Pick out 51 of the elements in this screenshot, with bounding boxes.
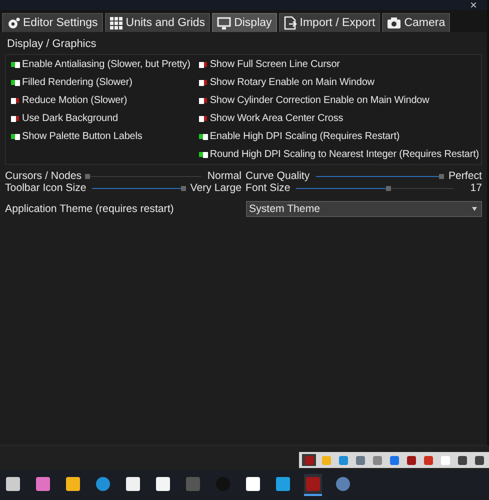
toggle-switch[interactable]	[198, 80, 207, 85]
checkbox-label: Reduce Motion (Slower)	[22, 95, 128, 106]
tab[interactable]: Display	[212, 13, 277, 32]
checkbox-label: Round High DPI Scaling to Nearest Integer (Requires Restart)	[210, 149, 479, 160]
toolbar-app-icon[interactable]	[472, 454, 486, 466]
toggle-switch[interactable]	[11, 98, 19, 103]
toggle-switch[interactable]	[198, 152, 207, 157]
theme-dropdown[interactable]: System Theme	[246, 201, 482, 217]
group-title: Display / Graphics	[7, 38, 98, 50]
slider-label: Toolbar Icon Size	[5, 182, 86, 194]
toggle-switch[interactable]	[198, 98, 207, 103]
document-arrow-icon	[284, 16, 297, 30]
checkbox-label: Show Palette Button Labels	[22, 131, 142, 142]
toggle-switch[interactable]	[11, 62, 19, 67]
monitor-icon	[217, 16, 232, 30]
checkbox-label: Use Dark Background	[22, 113, 118, 124]
toolbar-app-icon[interactable]	[421, 454, 435, 466]
tab[interactable]: Units and Grids	[104, 13, 210, 32]
gear-icon	[7, 16, 20, 30]
toggle-switch[interactable]	[11, 80, 19, 85]
toolbar-app-icon[interactable]	[353, 454, 367, 466]
slider-value: Very Large	[190, 182, 242, 194]
toggle-switch[interactable]	[198, 62, 207, 67]
slider-label: Curve Quality	[246, 170, 310, 182]
tab[interactable]: Import / Export	[278, 13, 380, 32]
slider-value: Perfect	[448, 170, 482, 182]
checkbox-label: Enable High DPI Scaling (Requires Restart)	[210, 131, 400, 142]
dropdown-arrow-icon	[472, 207, 477, 211]
toggle-switch[interactable]	[198, 116, 207, 121]
slider-label: Font Size	[246, 182, 290, 194]
toolbar-app-icon[interactable]	[404, 454, 418, 466]
toolbar-app-icon[interactable]	[455, 454, 469, 466]
tab[interactable]: Camera	[382, 13, 450, 32]
grid-icon	[110, 16, 123, 30]
checkbox-label: Show Rotary Enable on Main Window	[210, 77, 374, 88]
checkbox-label: Show Full Screen Line Cursor	[210, 59, 340, 70]
slider-value: Normal	[207, 170, 242, 182]
tab[interactable]: Editor Settings	[2, 13, 103, 32]
camera-icon	[387, 17, 402, 29]
theme-label: Application Theme (requires restart)	[5, 203, 174, 215]
checkbox-label: Show Work Area Center Cross	[210, 113, 344, 124]
toggle-switch[interactable]	[198, 134, 207, 139]
toggle-switch[interactable]	[11, 134, 19, 139]
toolbar-app-icon[interactable]	[387, 454, 401, 466]
toggle-switch[interactable]	[11, 116, 19, 121]
checkbox-label: Enable Antialiasing (Slower, but Pretty)	[22, 59, 190, 70]
slider-value: 17	[469, 182, 482, 194]
checkbox-label: Filled Rendering (Slower)	[22, 77, 132, 88]
slider-label: Cursors / Nodes	[5, 170, 82, 182]
checkbox-label: Show Cylinder Correction Enable on Main Window	[210, 95, 430, 106]
close-button[interactable]: ×	[460, 0, 487, 10]
